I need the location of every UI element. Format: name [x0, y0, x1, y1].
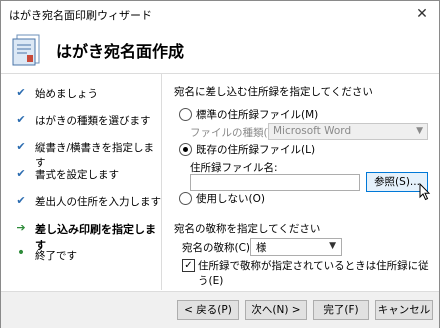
chevron-down-icon: ▼ — [416, 126, 423, 136]
follow-address-book-label: 住所録で敬称が指定されているときは住所録に従う(E) — [198, 260, 429, 287]
file-type-select[interactable]: Microsoft Word ▼ — [268, 123, 428, 140]
next-button[interactable]: 次へ(N) > — [245, 300, 307, 320]
step-item-format: ✔ 書式を設定します — [1, 164, 161, 186]
radio-existing-label: 既存の住所録ファイル(L) — [196, 144, 316, 156]
back-button[interactable]: < 戻る(P) — [177, 300, 239, 320]
file-name-label: 住所録ファイル名: — [190, 162, 278, 174]
step-item-start: ✔ 始めましょう — [1, 83, 161, 105]
step-item-orientation: ✔ 縦書き/横書きを指定します — [1, 137, 161, 169]
step-label: 始めましょう — [35, 88, 98, 100]
step-label: 差出人の住所を入力します — [35, 196, 161, 208]
bullet-icon: • — [16, 245, 26, 261]
step-label: 終了です — [35, 250, 77, 262]
file-type-value: Microsoft Word — [273, 125, 352, 137]
step-label: はがきの種類を選びます — [35, 115, 151, 127]
finish-button[interactable]: 完了(F) — [313, 300, 369, 320]
honorific-value: 様 — [256, 242, 267, 254]
follow-address-book-checkbox[interactable]: ✓ — [182, 259, 195, 272]
address-file-name-input[interactable] — [190, 174, 360, 191]
cancel-button[interactable]: キャンセル — [375, 300, 433, 320]
honorific-label: 宛名の敬称(C): — [182, 242, 254, 254]
wizard-window: はがき宛名面印刷ウィザード ✕ はがき宛名面作成 ✔ 始めましょう ✔ はがきの… — [0, 0, 440, 328]
checkmark-icon: ✔ — [16, 140, 26, 153]
wizard-header: はがき宛名面作成 — [1, 27, 439, 74]
wizard-content: 宛名に差し込む住所録を指定してください 標準の住所録ファイル(M) ファイルの種… — [162, 74, 439, 290]
title-bar: はがき宛名面印刷ウィザード ✕ — [1, 1, 439, 27]
page-title: はがき宛名面作成 — [56, 42, 185, 61]
step-item-card-type: ✔ はがきの種類を選びます — [1, 110, 161, 132]
checkmark-icon: ✔ — [16, 86, 26, 99]
step-label: 書式を設定します — [35, 169, 119, 181]
radio-existing-address-file[interactable] — [179, 143, 192, 156]
wizard-steps-sidebar: ✔ 始めましょう ✔ はがきの種類を選びます ✔ 縦書き/横書きを指定します ✔… — [1, 74, 162, 290]
chevron-down-icon: ▼ — [329, 241, 336, 251]
step-item-sender: ✔ 差出人の住所を入力します — [1, 191, 161, 213]
postcard-wizard-icon — [12, 34, 40, 66]
window-title: はがき宛名面印刷ウィザード — [9, 9, 152, 22]
honorific-heading: 宛名の敬称を指定してください — [174, 223, 321, 235]
mouse-pointer-icon — [419, 183, 431, 201]
radio-none-label: 使用しない(O) — [196, 193, 265, 205]
radio-no-address-file[interactable] — [179, 192, 192, 205]
arrow-right-icon: ➔ — [16, 221, 26, 234]
radio-standard-label: 標準の住所録ファイル(M) — [196, 109, 319, 121]
honorific-select[interactable]: 様 ▼ — [250, 238, 342, 256]
checkmark-icon: ✔ — [16, 167, 26, 180]
wizard-footer: < 戻る(P) 次へ(N) > 完了(F) キャンセル — [1, 291, 439, 328]
address-source-heading: 宛名に差し込む住所録を指定してください — [174, 86, 373, 98]
radio-standard-address-file[interactable] — [179, 108, 192, 121]
step-item-merge: ➔ 差し込み印刷を指定します — [1, 218, 161, 252]
checkmark-icon: ✔ — [16, 113, 26, 126]
checkmark-icon: ✔ — [16, 194, 26, 207]
step-item-finish: • 終了です — [1, 245, 161, 267]
close-icon[interactable]: ✕ — [411, 4, 433, 24]
